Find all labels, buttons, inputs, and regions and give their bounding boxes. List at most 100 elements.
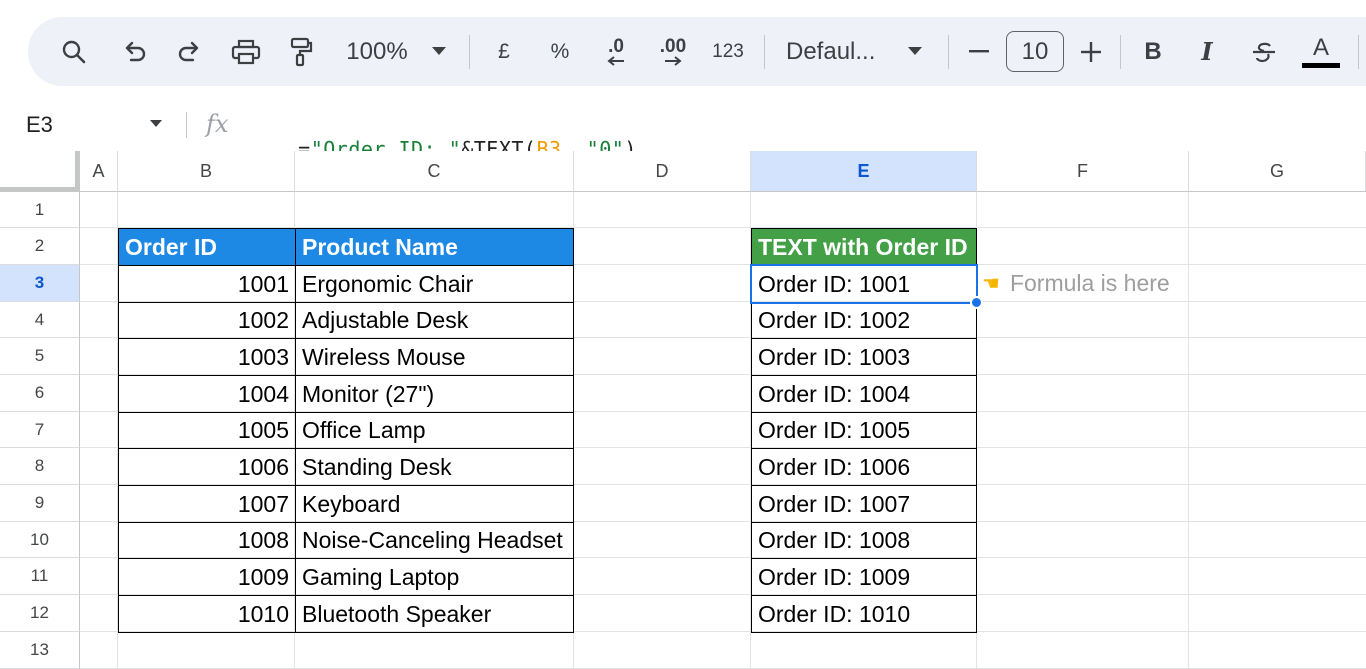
column-header-g[interactable]: G xyxy=(1189,151,1366,192)
text-color-button[interactable]: A xyxy=(1300,17,1342,86)
zoom-value: 100% xyxy=(346,37,408,65)
print-icon[interactable] xyxy=(228,17,264,86)
order-id-cell[interactable]: 1003 xyxy=(118,338,296,376)
result-cell[interactable]: Order ID: 1008 xyxy=(751,522,977,559)
name-box[interactable]: E3 xyxy=(26,112,53,138)
order-id-cell[interactable]: 1005 xyxy=(118,412,296,449)
formula-note: ☚ Formula is here xyxy=(982,265,1170,302)
product-name-cell[interactable]: Noise-Canceling Headset xyxy=(295,522,574,559)
order-id-cell[interactable]: 1010 xyxy=(118,595,296,633)
row-header-13[interactable]: 13 xyxy=(0,632,80,669)
strikethrough-icon[interactable] xyxy=(1248,17,1280,86)
order-id-cell[interactable]: 1006 xyxy=(118,448,296,486)
toolbar-divider xyxy=(1358,35,1359,69)
font-family-value: Defaul... xyxy=(786,37,876,65)
percent-format-button[interactable]: % xyxy=(544,17,576,86)
italic-button[interactable]: I xyxy=(1192,17,1222,86)
row-header-3[interactable]: 3 xyxy=(0,265,80,302)
order-id-cell[interactable]: 1002 xyxy=(118,302,296,339)
paint-format-icon[interactable] xyxy=(284,17,318,86)
gridline xyxy=(1188,192,1189,669)
font-dropdown-icon[interactable] xyxy=(904,17,926,86)
column-header-b[interactable]: B xyxy=(118,151,295,192)
row-header-8[interactable]: 8 xyxy=(0,448,80,485)
arrow-left-icon xyxy=(607,55,624,66)
table-header-product-name[interactable]: Product Name xyxy=(295,228,574,266)
order-id-cell[interactable]: 1008 xyxy=(118,522,296,559)
order-id-cell[interactable]: 1004 xyxy=(118,375,296,413)
bold-button[interactable]: B xyxy=(1138,17,1168,86)
result-cell[interactable]: Order ID: 1005 xyxy=(751,412,977,449)
order-id-cell[interactable]: 1007 xyxy=(118,485,296,523)
column-header-a[interactable]: A xyxy=(80,151,118,192)
product-name-cell[interactable]: Standing Desk xyxy=(295,448,574,486)
increase-decimal-button[interactable]: .00 xyxy=(652,17,694,86)
formula-bar: E3 fx ="Order ID: "&TEXT(B3, "0") xyxy=(0,102,1366,161)
row-header-10[interactable]: 10 xyxy=(0,522,80,558)
product-name-cell[interactable]: Gaming Laptop xyxy=(295,558,574,596)
column-header-e[interactable]: E xyxy=(751,151,977,192)
font-size-input[interactable]: 10 xyxy=(1006,31,1064,72)
row-header-2[interactable]: 2 xyxy=(0,228,80,265)
result-cell[interactable]: Order ID: 1009 xyxy=(751,558,977,596)
formula-bar-divider xyxy=(186,112,187,138)
row-header-4[interactable]: 4 xyxy=(0,302,80,338)
product-name-cell[interactable]: Wireless Mouse xyxy=(295,338,574,376)
text-color-label: A xyxy=(1312,33,1329,61)
product-name-cell[interactable]: Bluetooth Speaker xyxy=(295,595,574,633)
select-all-corner[interactable] xyxy=(0,151,80,192)
order-id-cell[interactable]: 1001 xyxy=(118,265,296,303)
result-header[interactable]: TEXT with Order ID xyxy=(751,228,977,266)
percent-label: % xyxy=(550,39,570,63)
undo-icon[interactable] xyxy=(118,17,152,86)
zoom-dropdown-icon[interactable] xyxy=(428,17,450,86)
increase-font-size-icon[interactable] xyxy=(1076,17,1106,86)
order-id-cell[interactable]: 1009 xyxy=(118,558,296,596)
bold-label: B xyxy=(1144,37,1162,65)
zoom-select[interactable]: 100% xyxy=(340,17,414,86)
product-name-cell[interactable]: Monitor (27") xyxy=(295,375,574,413)
currency-label: £ xyxy=(498,39,510,63)
row-header-9[interactable]: 9 xyxy=(0,485,80,522)
row-header-5[interactable]: 5 xyxy=(0,338,80,375)
decrease-font-size-icon[interactable] xyxy=(964,17,994,86)
arrow-right-icon xyxy=(665,55,682,66)
row-header-1[interactable]: 1 xyxy=(0,192,80,228)
row-header-6[interactable]: 6 xyxy=(0,375,80,412)
product-name-cell[interactable]: Keyboard xyxy=(295,485,574,523)
toolbar-divider xyxy=(469,35,470,69)
result-cell[interactable]: Order ID: 1002 xyxy=(751,302,977,339)
result-cell[interactable]: Order ID: 1010 xyxy=(751,595,977,633)
result-cell[interactable]: Order ID: 1004 xyxy=(751,375,977,413)
redo-icon[interactable] xyxy=(172,17,206,86)
name-box-dropdown-icon[interactable] xyxy=(150,120,162,127)
column-header-f[interactable]: F xyxy=(977,151,1189,192)
italic-label: I xyxy=(1201,37,1213,66)
product-name-cell[interactable]: Ergonomic Chair xyxy=(295,265,574,303)
row-header-11[interactable]: 11 xyxy=(0,558,80,595)
result-cell[interactable]: Order ID: 1003 xyxy=(751,338,977,376)
decrease-decimal-button[interactable]: .0 xyxy=(596,17,636,86)
result-cell[interactable]: Order ID: 1001 xyxy=(751,265,977,303)
result-cell[interactable]: Order ID: 1006 xyxy=(751,448,977,486)
row-header-12[interactable]: 12 xyxy=(0,595,80,632)
text-color-swatch xyxy=(1302,62,1340,68)
column-header-c[interactable]: C xyxy=(295,151,574,192)
product-name-cell[interactable]: Office Lamp xyxy=(295,412,574,449)
number-format-button[interactable]: 123 xyxy=(708,17,748,86)
column-header-d[interactable]: D xyxy=(574,151,751,192)
product-name-cell[interactable]: Adjustable Desk xyxy=(295,302,574,339)
row-header-7[interactable]: 7 xyxy=(0,412,80,448)
font-size-value: 10 xyxy=(1021,37,1049,65)
spreadsheet-grid[interactable]: A B C D E F G 1 2 3 4 5 6 7 8 9 10 11 12 13 Order ID Product … xyxy=(0,151,1366,669)
search-icon[interactable] xyxy=(56,17,92,86)
number-format-label: 123 xyxy=(712,40,744,62)
decrease-decimal-label: .0 xyxy=(608,35,624,57)
toolbar-divider xyxy=(1120,35,1121,69)
currency-format-button[interactable]: £ xyxy=(488,17,520,86)
fx-icon: fx xyxy=(206,110,229,138)
result-cell[interactable]: Order ID: 1007 xyxy=(751,485,977,523)
table-header-order-id[interactable]: Order ID xyxy=(118,228,296,266)
font-family-select[interactable]: Defaul... xyxy=(786,17,890,86)
toolbar-divider xyxy=(948,35,949,69)
